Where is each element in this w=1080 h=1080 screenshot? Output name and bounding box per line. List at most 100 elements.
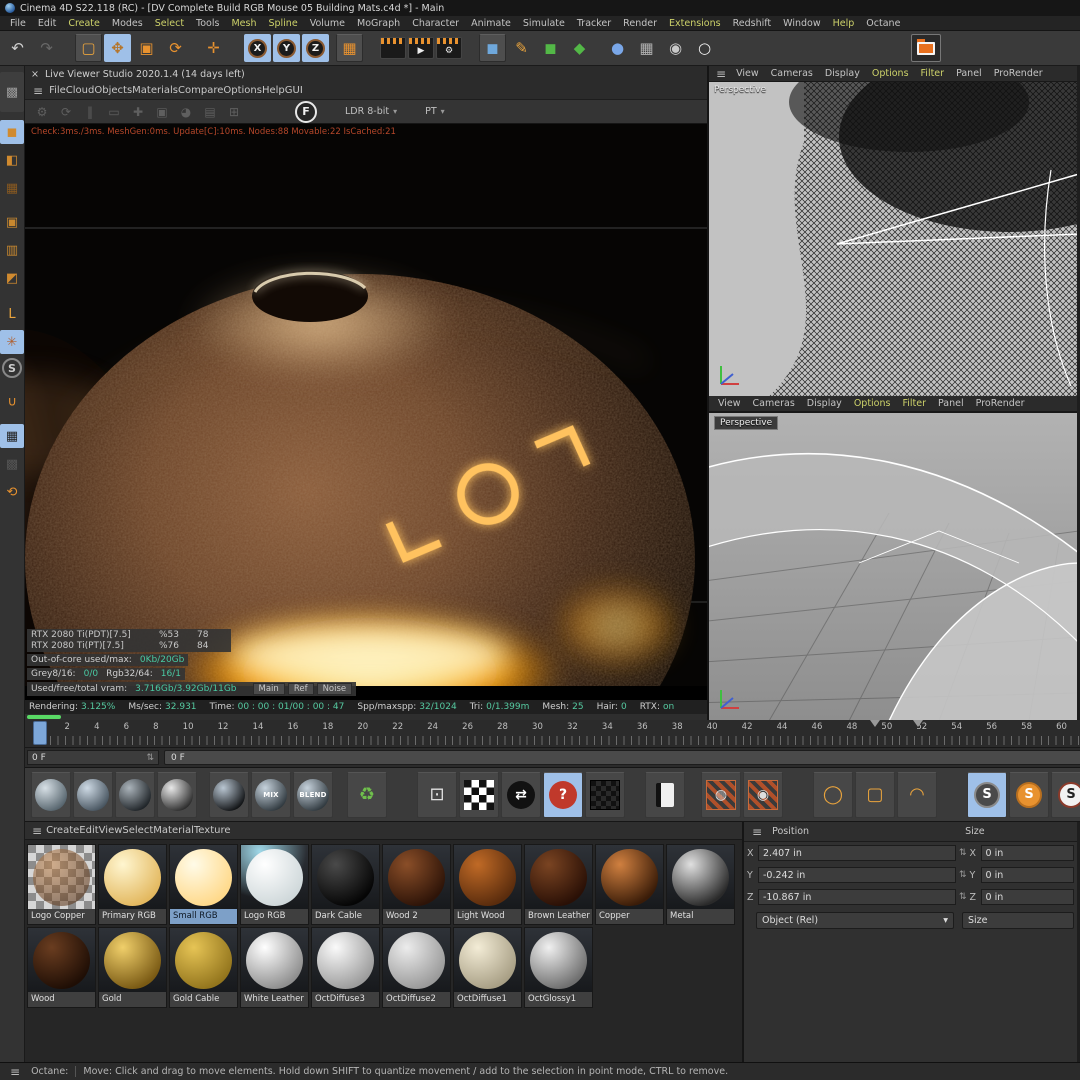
rotate-icon[interactable]: ⟳ bbox=[162, 34, 189, 62]
stats-tab[interactable]: Ref bbox=[288, 683, 314, 695]
s-sphere-selected-icon[interactable]: S bbox=[967, 772, 1007, 818]
menu-item[interactable]: Options bbox=[223, 85, 262, 96]
checkerboard-texture-icon[interactable] bbox=[459, 772, 499, 818]
menu-item[interactable]: Mesh bbox=[225, 18, 262, 29]
material-item[interactable]: OctDiffuse3 bbox=[311, 927, 380, 1008]
menu-item[interactable]: View bbox=[712, 398, 747, 409]
node-editor-icon[interactable]: ⊡ bbox=[417, 772, 457, 818]
timeline-ruler[interactable]: 0246810121416182022242628303234363840424… bbox=[25, 720, 1080, 748]
picture-icon[interactable]: ▤ bbox=[199, 102, 221, 122]
menu-item[interactable]: Tracker bbox=[571, 18, 617, 29]
menu-item[interactable]: Select bbox=[122, 825, 153, 836]
lock-z-button[interactable]: Z bbox=[302, 34, 329, 62]
material-item[interactable]: Wood 2 bbox=[382, 844, 451, 925]
focus-picker-icon[interactable]: F bbox=[295, 101, 317, 123]
menu-item[interactable]: Cameras bbox=[765, 68, 819, 79]
material-item[interactable]: Logo RGB bbox=[240, 844, 309, 925]
menu-item[interactable]: Help bbox=[262, 85, 285, 96]
menu-item[interactable]: Redshift bbox=[727, 18, 778, 29]
octane-mix-material-icon[interactable]: MIX bbox=[251, 772, 291, 818]
refresh-icon[interactable]: ⟳ bbox=[55, 102, 77, 122]
polygon-mode-icon[interactable]: ◩ bbox=[0, 266, 24, 290]
lock-x-button[interactable]: X bbox=[244, 34, 271, 62]
position-input[interactable]: 2.407 in bbox=[758, 845, 956, 861]
hamburger-icon[interactable]: ≡ bbox=[6, 1065, 24, 1079]
hamburger-icon[interactable]: ≡ bbox=[29, 84, 47, 98]
menu-item[interactable]: GUI bbox=[285, 85, 303, 96]
menu-item[interactable]: Simulate bbox=[517, 18, 571, 29]
menu-item[interactable]: Create bbox=[46, 825, 79, 836]
menu-item[interactable]: Compare bbox=[178, 85, 223, 96]
render-picture-viewer-icon[interactable]: ▶ bbox=[408, 37, 434, 59]
move-icon[interactable]: ✥ bbox=[104, 34, 131, 62]
menu-item[interactable]: Materials bbox=[132, 85, 178, 96]
material-item[interactable]: Copper bbox=[595, 844, 664, 925]
camera-icon[interactable]: ◉ bbox=[662, 34, 689, 62]
preview-range-marker[interactable] bbox=[913, 720, 923, 727]
material-item[interactable]: Small RGB bbox=[169, 844, 238, 925]
material-item[interactable]: OctDiffuse2 bbox=[382, 927, 451, 1008]
last-tool-icon[interactable]: ✛ bbox=[200, 34, 227, 62]
add-spline-icon[interactable]: ✎ bbox=[508, 34, 535, 62]
workplane-icon[interactable]: L bbox=[0, 302, 24, 326]
shuffle-texture-icon[interactable]: ⇄ bbox=[501, 772, 541, 818]
range-slider[interactable]: 0 F 90 F bbox=[164, 750, 1080, 765]
material-item[interactable]: OctDiffuse1 bbox=[453, 927, 522, 1008]
size-input[interactable]: 0 in bbox=[981, 845, 1074, 861]
menu-item[interactable]: MoGraph bbox=[351, 18, 406, 29]
add-icon[interactable]: ✚ bbox=[127, 102, 149, 122]
octane-texture1-icon[interactable]: ◍ bbox=[701, 772, 741, 818]
menu-item[interactable]: Edit bbox=[32, 18, 62, 29]
stepper-icon[interactable]: ⇅ bbox=[959, 892, 967, 902]
menu-item[interactable]: ProRender bbox=[988, 68, 1049, 79]
menu-item[interactable]: Select bbox=[149, 18, 190, 29]
octane-diffuse-material-icon[interactable] bbox=[31, 772, 71, 818]
mesh-grid-icon[interactable]: ▦ bbox=[0, 424, 24, 448]
circle-select-icon[interactable]: ◯ bbox=[813, 772, 853, 818]
close-icon[interactable]: × bbox=[31, 69, 39, 80]
viewport-wireframe[interactable]: Perspective bbox=[709, 82, 1077, 396]
clay-mode-icon[interactable]: ◕ bbox=[175, 102, 197, 122]
render-region-icon[interactable]: ▭ bbox=[103, 102, 125, 122]
octane-specular-material-icon[interactable] bbox=[115, 772, 155, 818]
size-input[interactable]: 0 in bbox=[981, 889, 1074, 905]
hamburger-icon[interactable]: ≡ bbox=[748, 825, 766, 839]
add-cube-icon[interactable]: ◼ bbox=[479, 34, 506, 62]
stepper-icon[interactable]: ⇅ bbox=[959, 870, 967, 880]
size-input[interactable]: 0 in bbox=[981, 867, 1074, 883]
magnet-icon[interactable]: ∩ bbox=[0, 390, 24, 414]
menu-item[interactable]: Help bbox=[827, 18, 861, 29]
s-white-icon[interactable]: S bbox=[1051, 772, 1080, 818]
menu-item[interactable]: Options bbox=[848, 398, 897, 409]
menu-item[interactable]: Objects bbox=[94, 85, 132, 96]
material-item[interactable]: Light Wood bbox=[453, 844, 522, 925]
stats-tab[interactable]: Main bbox=[253, 683, 285, 695]
menu-item[interactable]: File bbox=[49, 85, 66, 96]
preview-range-marker[interactable] bbox=[870, 720, 880, 727]
stepper-icon[interactable]: ⇅ bbox=[959, 848, 967, 858]
hamburger-icon[interactable]: ≡ bbox=[28, 824, 46, 838]
coordinate-mode-dropdown[interactable]: Object (Rel)▾ bbox=[756, 912, 954, 929]
menu-item[interactable]: Texture bbox=[194, 825, 231, 836]
material-item[interactable]: Wood bbox=[27, 927, 96, 1008]
menu-item[interactable]: Modes bbox=[106, 18, 149, 29]
menu-item[interactable]: Filter bbox=[896, 398, 932, 409]
menu-item[interactable]: Display bbox=[819, 68, 866, 79]
menu-item[interactable]: Panel bbox=[932, 398, 970, 409]
octane-glossy-material-icon[interactable] bbox=[73, 772, 113, 818]
material-item[interactable]: Primary RGB bbox=[98, 844, 167, 925]
lasso-select-icon[interactable]: ◠ bbox=[897, 772, 937, 818]
mesh-dark-icon[interactable]: ▩ bbox=[0, 452, 24, 476]
menu-item[interactable]: View bbox=[730, 68, 765, 79]
edge-mode-icon[interactable]: ▥ bbox=[0, 238, 24, 262]
menu-item[interactable]: Cameras bbox=[747, 398, 801, 409]
menu-item[interactable]: View bbox=[99, 825, 123, 836]
menu-item[interactable]: Options bbox=[866, 68, 915, 79]
points-mode-icon[interactable]: ▣ bbox=[0, 210, 24, 234]
uv-mode-icon[interactable]: ▦ bbox=[0, 176, 24, 200]
current-frame-field[interactable]: 0 F ⇅ bbox=[27, 750, 159, 765]
octane-portal-material-icon[interactable] bbox=[209, 772, 249, 818]
menu-item[interactable]: Spline bbox=[262, 18, 303, 29]
menu-item[interactable]: Animate bbox=[465, 18, 517, 29]
timeline-playhead[interactable] bbox=[33, 721, 47, 745]
